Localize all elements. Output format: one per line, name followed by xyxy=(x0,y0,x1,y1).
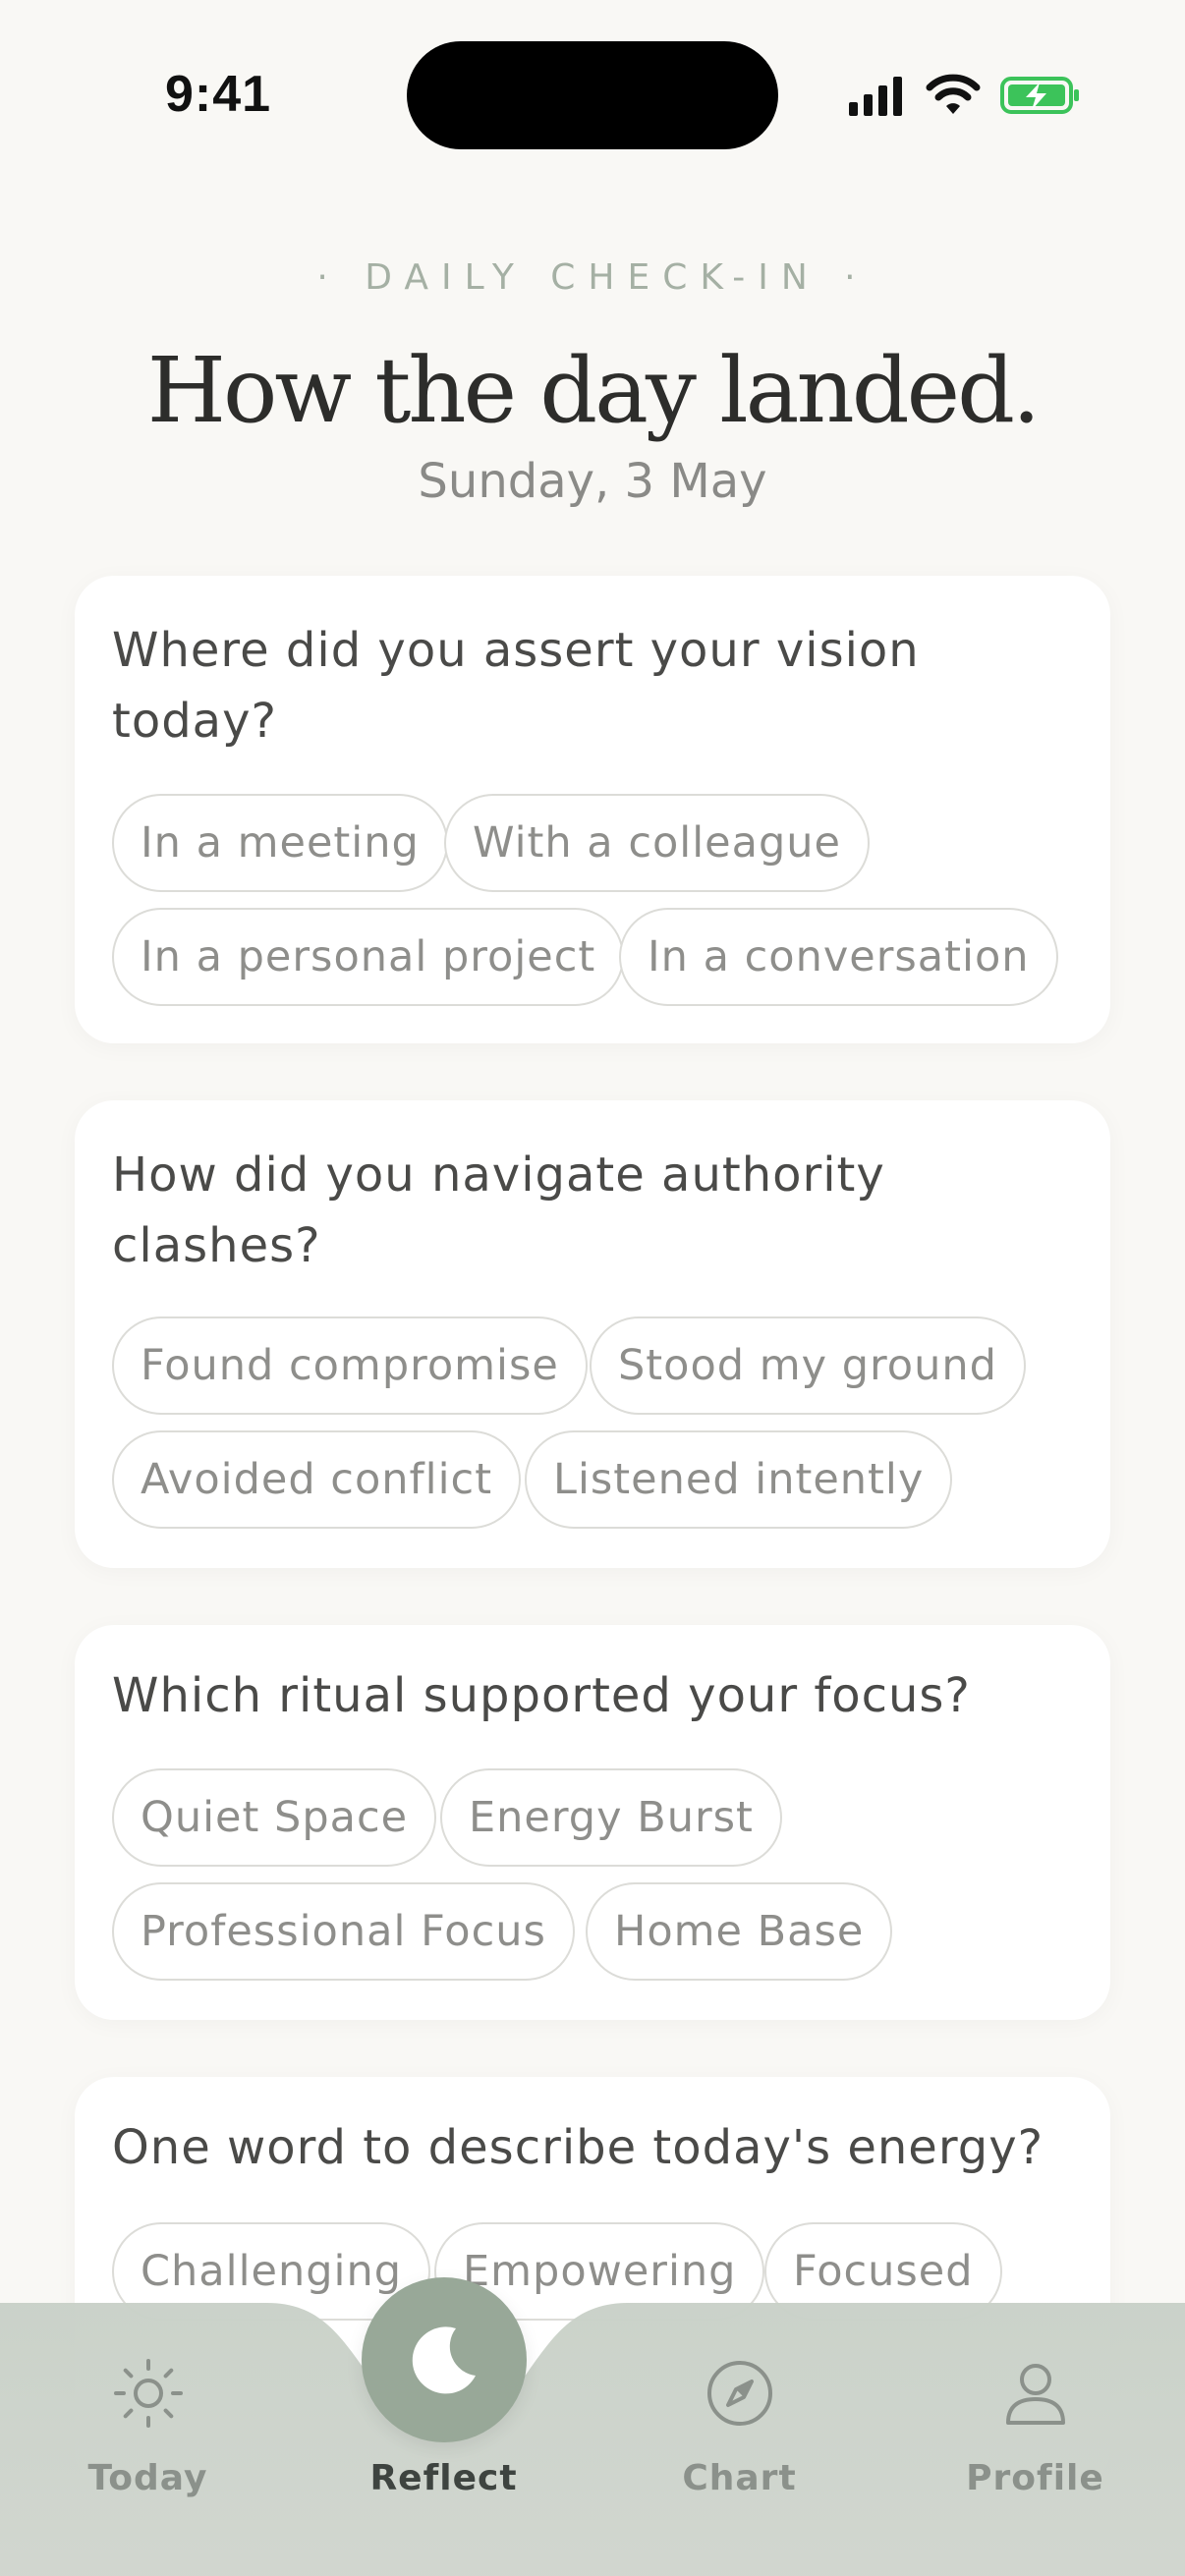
dynamic-island xyxy=(407,41,778,149)
option-chip[interactable]: Found compromise xyxy=(112,1316,588,1415)
compass-icon xyxy=(707,2361,772,2426)
option-chip[interactable]: Quiet Space xyxy=(112,1768,437,1867)
tab-label: Profile xyxy=(966,2458,1104,2498)
question-card-authority: How did you navigate authority clashes? … xyxy=(75,1100,1110,1568)
question-text: One word to describe today's energy? xyxy=(112,2120,1044,2175)
page-title: How the day landed. xyxy=(146,338,1041,443)
option-chip[interactable]: With a colleague xyxy=(444,794,870,892)
option-chip[interactable]: In a personal project xyxy=(112,908,625,1006)
tab-label: Reflect xyxy=(369,2458,518,2498)
question-card-ritual: Which ritual supported your focus? Quiet… xyxy=(75,1625,1110,2020)
question-card-vision: Where did you assert your vision today? … xyxy=(75,576,1110,1043)
tab-bar: Today Reflect Chart Profile xyxy=(0,2303,1185,2576)
option-chip[interactable]: Avoided conflict xyxy=(112,1430,522,1529)
wifi-icon xyxy=(926,74,981,114)
moon-icon xyxy=(412,2326,476,2394)
eyebrow-label: · DAILY CHECK-IN · xyxy=(316,257,869,298)
tab-chart[interactable]: Chart xyxy=(592,2303,887,2576)
option-chip[interactable]: Professional Focus xyxy=(112,1882,575,1981)
option-chip[interactable]: In a conversation xyxy=(619,908,1058,1006)
date-subtitle: Sunday, 3 May xyxy=(418,454,767,509)
option-chip[interactable]: Energy Burst xyxy=(440,1768,782,1867)
tab-today[interactable]: Today xyxy=(0,2303,296,2576)
tab-profile[interactable]: Profile xyxy=(887,2303,1183,2576)
option-chip[interactable]: In a meeting xyxy=(112,794,448,892)
option-chip[interactable]: Stood my ground xyxy=(590,1316,1026,1415)
person-icon xyxy=(1006,2364,1065,2425)
tab-label: Chart xyxy=(682,2458,797,2498)
question-text: Where did you assert your vision today? xyxy=(112,623,920,749)
question-text: How did you navigate authority clashes? xyxy=(112,1148,885,1273)
option-chip[interactable]: Home Base xyxy=(586,1882,893,1981)
battery-charging-icon xyxy=(1000,77,1079,114)
tab-label: Today xyxy=(87,2458,208,2498)
status-time: 9:41 xyxy=(165,66,272,123)
reflect-fab-button[interactable] xyxy=(362,2277,527,2442)
option-chip[interactable]: Listened intently xyxy=(525,1430,953,1529)
cellular-signal-icon xyxy=(849,77,902,116)
question-text: Which ritual supported your focus? xyxy=(112,1668,971,1723)
sun-icon xyxy=(114,2359,183,2428)
status-icons xyxy=(847,73,1083,122)
